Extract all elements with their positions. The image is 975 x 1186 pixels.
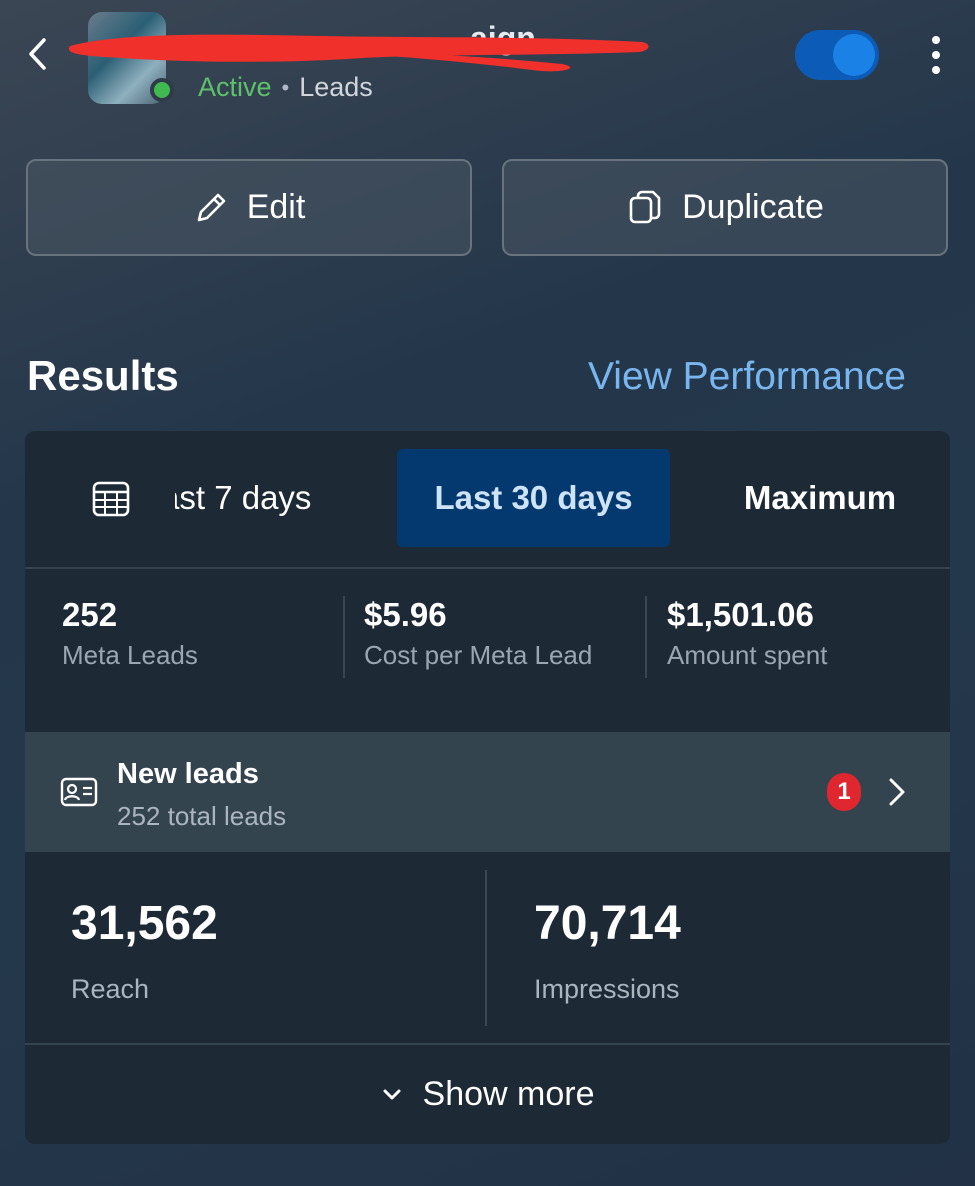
- new-leads-subtitle: 252 total leads: [117, 801, 287, 831]
- view-performance-link[interactable]: View Performance: [588, 355, 906, 399]
- date-range-tabs: ast 7 days Last 30 days Maximum: [25, 431, 950, 568]
- edit-label: Edit: [246, 188, 306, 226]
- divider: [645, 596, 647, 678]
- tab-last-7-days[interactable]: ast 7 days: [175, 449, 385, 547]
- chevron-right-icon: [889, 778, 905, 806]
- metric-value: $1,501.06: [667, 596, 814, 633]
- summary-metrics: 252 Meta Leads $5.96 Cost per Meta Lead …: [25, 570, 950, 733]
- metric-cost-per-lead: $5.96 Cost per Meta Lead: [364, 596, 592, 671]
- separator: •: [281, 74, 290, 100]
- tab-label: Maximum: [743, 479, 897, 516]
- impressions-value: 70,714: [534, 897, 681, 950]
- reach-value: 31,562: [71, 897, 218, 950]
- reach-label: Reach: [71, 974, 150, 1004]
- metric-value: 252: [62, 596, 118, 633]
- campaign-subtitle: Active • Leads: [198, 72, 373, 103]
- status-label: Active: [198, 72, 272, 102]
- contact-card-icon: [60, 777, 98, 807]
- tab-maximum[interactable]: Maximum: [705, 449, 935, 547]
- more-options-button[interactable]: [918, 30, 954, 80]
- divider: [25, 567, 950, 569]
- back-icon: [29, 38, 46, 70]
- metric-meta-leads: 252 Meta Leads: [62, 596, 198, 671]
- metric-label: Amount spent: [667, 640, 828, 670]
- metric-value: $5.96: [364, 596, 447, 633]
- campaign-toggle[interactable]: [795, 30, 879, 80]
- copy-icon: [629, 190, 661, 223]
- metric-amount-spent: $1,501.06 Amount spent: [667, 596, 827, 671]
- divider: [343, 596, 345, 678]
- reach-impressions: 31,562 Reach 70,714 Impressions: [25, 852, 950, 1044]
- redaction-mark: [68, 34, 649, 72]
- show-more-button[interactable]: Show more: [25, 1045, 950, 1144]
- pencil-icon: [197, 193, 226, 221]
- metric-label: Meta Leads: [62, 640, 198, 670]
- toggle-knob: [833, 34, 875, 76]
- status-dot: [150, 78, 174, 102]
- duplicate-label: Duplicate: [682, 188, 824, 226]
- tab-label: Last 30 days: [434, 479, 633, 516]
- tab-label: ast 7 days: [175, 479, 312, 516]
- notification-badge: 1: [827, 773, 861, 811]
- metric-label: Cost per Meta Lead: [364, 640, 593, 670]
- objective-label: Leads: [299, 72, 373, 102]
- calendar-icon[interactable]: [91, 479, 131, 519]
- new-leads-row[interactable]: New leads 252 total leads 1: [25, 732, 950, 852]
- more-icon: [932, 36, 940, 44]
- impressions-label: Impressions: [534, 974, 680, 1004]
- new-leads-title: New leads: [117, 758, 259, 790]
- divider: [485, 870, 487, 1026]
- back-button[interactable]: [18, 30, 58, 78]
- show-more-label: Show more: [422, 1075, 595, 1113]
- duplicate-button[interactable]: Duplicate: [502, 159, 948, 256]
- edit-button[interactable]: Edit: [26, 159, 472, 256]
- results-card: ast 7 days Last 30 days Maximum 252 Meta…: [25, 431, 950, 1144]
- results-heading: Results: [27, 352, 179, 399]
- chevron-down-icon: [383, 1089, 401, 1099]
- tab-last-30-days[interactable]: Last 30 days: [397, 449, 670, 547]
